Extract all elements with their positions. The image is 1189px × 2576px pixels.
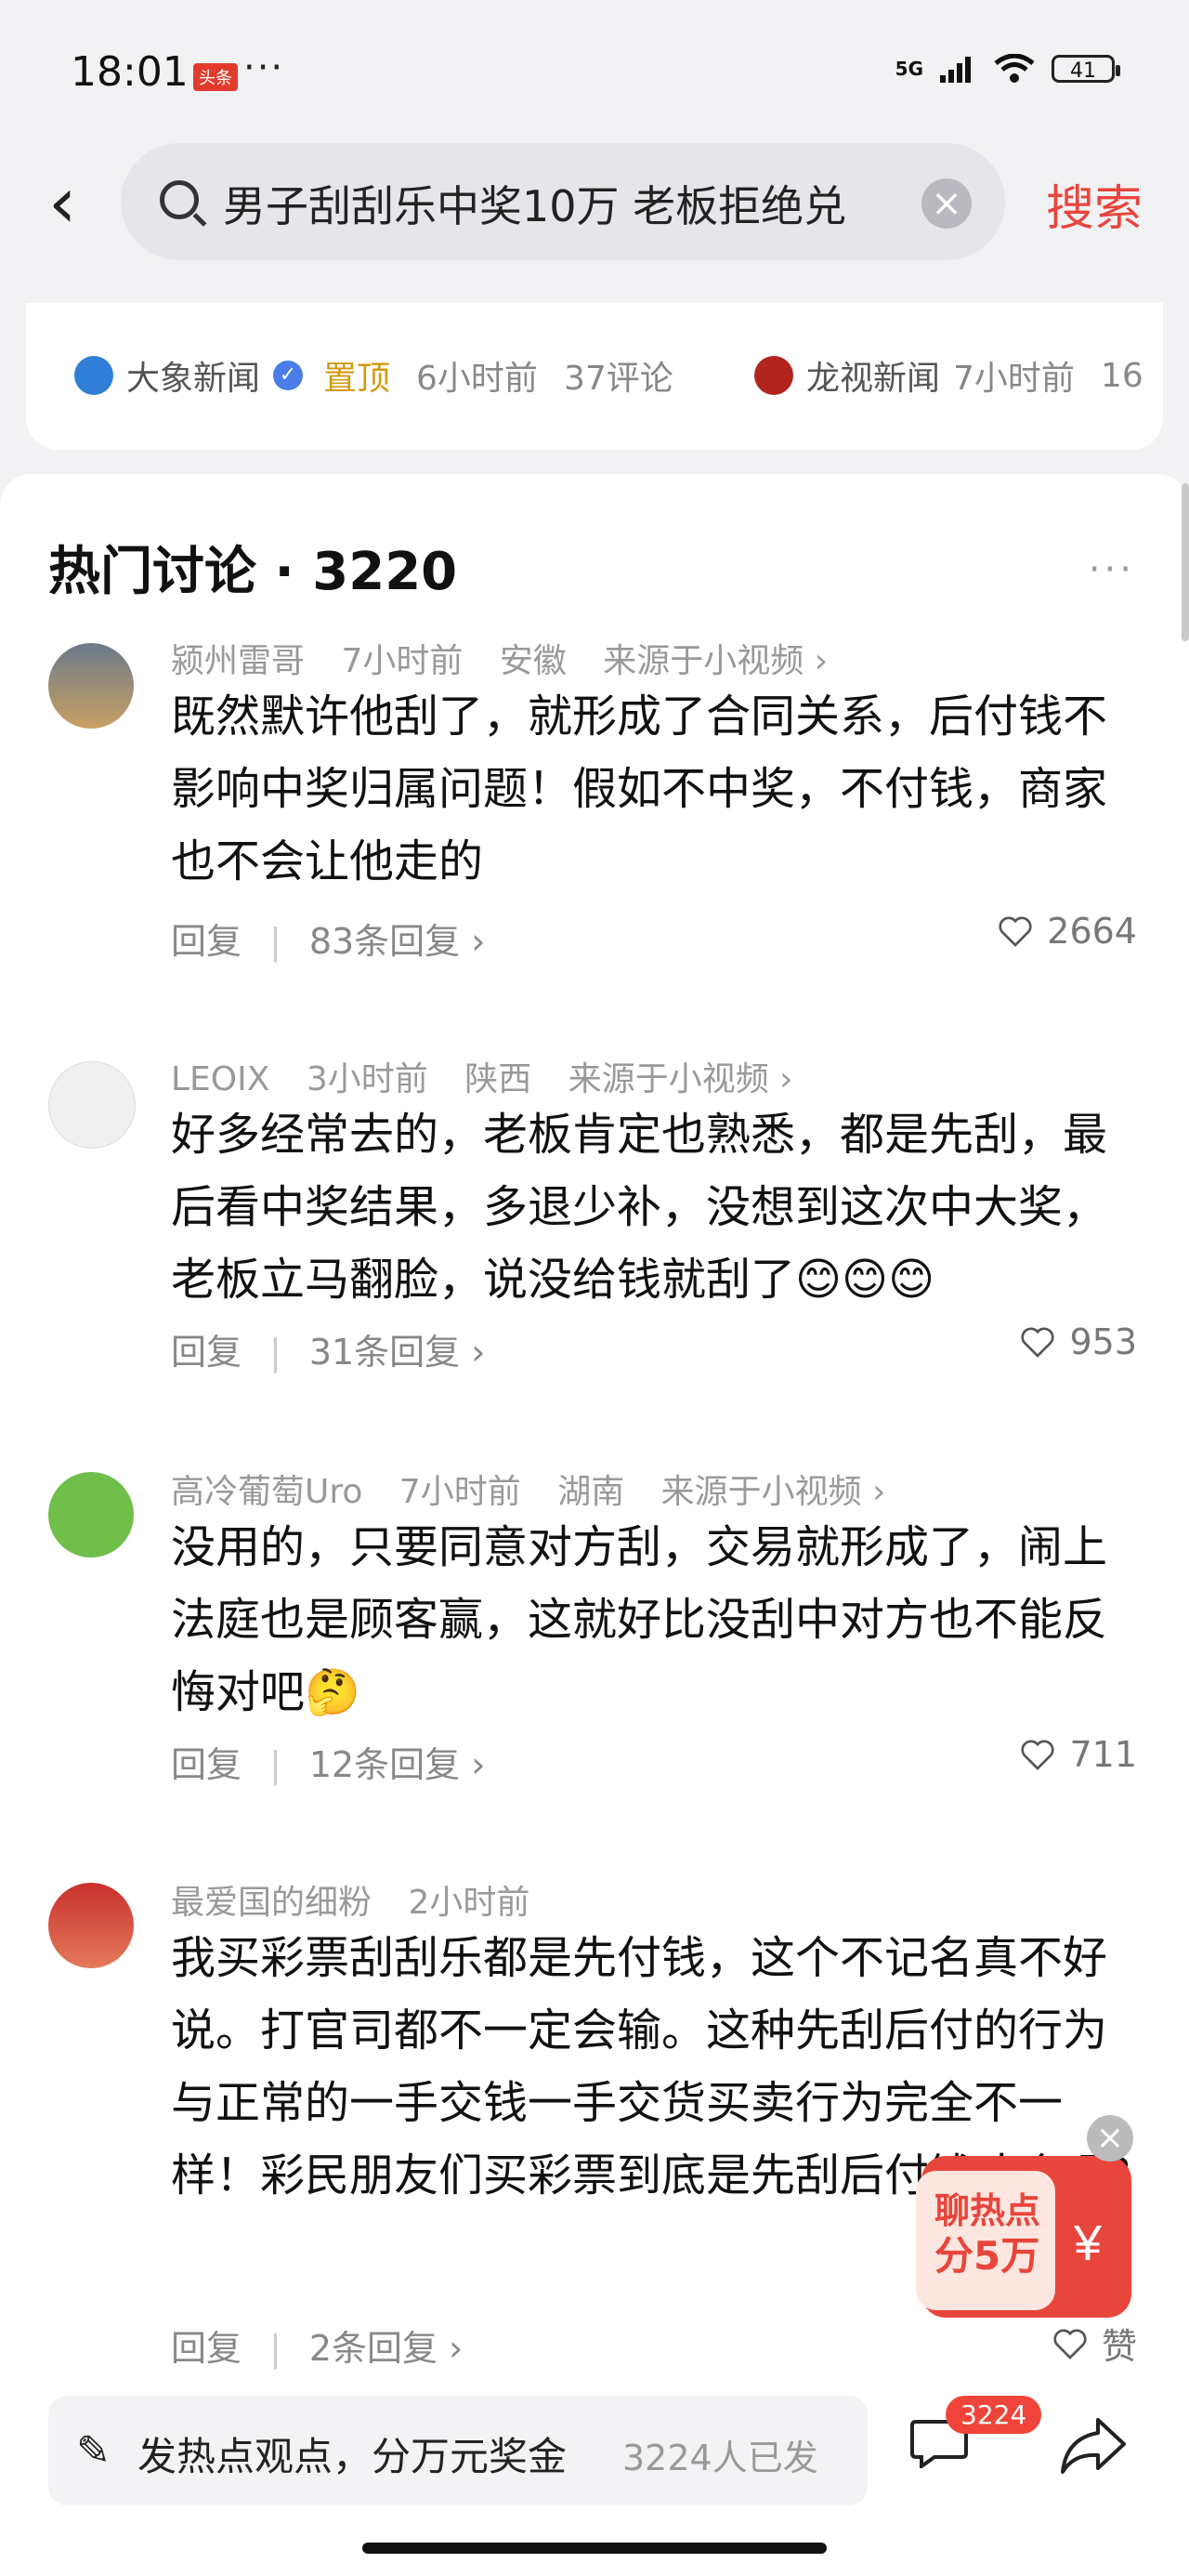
comment-input-placeholder: 发热点观点，分万元奖金: [137, 2434, 568, 2479]
reply-button[interactable]: 回复: [171, 1332, 242, 1373]
like-button[interactable]: 赞: [1052, 2318, 1137, 2369]
search-icon: [160, 180, 199, 219]
comment-time: 7小时前: [341, 642, 464, 680]
comment-actions: 回复 | 12条回复 ›: [171, 1744, 486, 1785]
comment-meta: 最爱国的细粉 2小时前: [171, 1875, 555, 1924]
search-button[interactable]: 搜索: [1046, 169, 1143, 239]
comment-actions: 回复 | 2条回复 ›: [171, 2328, 464, 2369]
news-time: 7小时前: [953, 360, 1075, 398]
news-source: 龙视新闻: [806, 360, 941, 398]
news-time: 6小时前: [416, 360, 538, 398]
comment-source[interactable]: 来源于小视频 ›: [661, 1473, 886, 1511]
more-icon[interactable]: ···: [1089, 548, 1135, 591]
replies-link[interactable]: 31条回复 ›: [309, 1332, 486, 1373]
back-icon[interactable]: ‹: [48, 165, 76, 240]
news-source: 大象新闻: [126, 360, 261, 398]
news-item-meta[interactable]: 龙视新闻 7小时前 16: [754, 351, 1143, 400]
promo-line2: 分5万: [934, 2233, 1039, 2279]
like-count: 2664: [1047, 911, 1137, 952]
comment-location: 安徽: [499, 642, 567, 680]
comment-text: 没用的，只要同意对方刮，交易就形成了，闹上法庭也是顾客赢，这就好比没刮中对方也不…: [171, 1521, 1108, 1718]
comment-location: 陕西: [464, 1060, 532, 1098]
like-button[interactable]: 711: [1019, 1734, 1137, 1775]
comment-time: 7小时前: [399, 1473, 521, 1511]
news-comments: 16: [1100, 356, 1143, 395]
promo-line1: 聊热点: [934, 2190, 1040, 2231]
battery-icon: 41: [1052, 55, 1120, 83]
verified-icon: ✓: [273, 361, 304, 390]
wifi-icon: [994, 54, 1035, 83]
clear-icon[interactable]: ×: [921, 178, 972, 229]
news-comments: 37评论: [563, 360, 673, 398]
pen-icon: ✎: [76, 2427, 111, 2475]
like-count: 赞: [1101, 2326, 1137, 2367]
heart-icon: [1021, 1740, 1055, 1770]
like-button[interactable]: 953: [1019, 1321, 1137, 1362]
replies-link[interactable]: 2条回复 ›: [309, 2328, 463, 2369]
news-card[interactable]: 大象新闻 ✓ 置顶 6小时前 37评论 龙视新闻 7小时前 16: [26, 303, 1163, 450]
like-count: 953: [1069, 1321, 1137, 1362]
share-icon[interactable]: [1059, 2414, 1128, 2477]
reply-button[interactable]: 回复: [171, 2328, 242, 2369]
status-bar: 18:01 头条 ··· 5G 41: [0, 0, 1189, 139]
hot-topic-promo[interactable]: ¥ 聊热点 分5万: [916, 2149, 1137, 2323]
news-item-meta[interactable]: 大象新闻 ✓ 置顶 6小时前 37评论: [74, 351, 673, 400]
status-time: 18:01: [71, 48, 189, 96]
comment-source[interactable]: 来源于小视频 ›: [568, 1060, 793, 1098]
search-input[interactable]: 男子刮刮乐中奖10万 老板拒绝兑: [223, 173, 938, 234]
like-button[interactable]: 2664: [997, 911, 1137, 952]
like-count: 711: [1069, 1734, 1137, 1775]
comment-user[interactable]: 最爱国的细粉: [171, 1884, 372, 1922]
status-right: 5G 41: [895, 54, 1120, 84]
comment-time: 2小时前: [408, 1884, 530, 1922]
comment-location: 湖南: [557, 1473, 625, 1511]
pinned-badge: 置顶: [323, 360, 391, 398]
comment-text: 既然默许他刮了，就形成了合同关系，后付钱不影响中奖归属问题！假如不中奖，不付钱，…: [171, 690, 1108, 887]
replies-link[interactable]: 83条回复 ›: [309, 921, 486, 962]
comment-meta: 颍州雷哥 7小时前 安徽 来源于小视频 ›: [171, 634, 854, 682]
comment-actions: 回复 | 83条回复 ›: [171, 921, 486, 962]
status-more-dots: ···: [243, 46, 285, 89]
search-row: ‹ 男子刮刮乐中奖10万 老板拒绝兑 × 搜索: [0, 139, 1189, 269]
search-box[interactable]: 男子刮刮乐中奖10万 老板拒绝兑 ×: [121, 143, 1005, 260]
signal-icon: [940, 57, 971, 83]
promo-card-icon: ¥ 聊热点 分5万: [916, 2156, 1131, 2318]
replies-link[interactable]: 12条回复 ›: [309, 1744, 486, 1785]
comment-input-count: 3224人已发: [622, 2438, 818, 2478]
comment-input[interactable]: ✎ 发热点观点，分万元奖金 3224人已发: [48, 2396, 868, 2505]
comment-actions: 回复 | 31条回复 ›: [171, 1332, 486, 1373]
reply-button[interactable]: 回复: [171, 1744, 242, 1785]
comment-meta: LEOIX 3小时前 陕西 来源于小视频 ›: [171, 1052, 819, 1100]
avatar[interactable]: [48, 1061, 136, 1149]
promo-close-icon[interactable]: ×: [1087, 2115, 1133, 2162]
toutiao-badge: 头条: [193, 63, 238, 91]
comment-user[interactable]: 高冷葡萄Uro: [171, 1473, 362, 1511]
heart-icon: [1053, 2329, 1087, 2359]
avatar[interactable]: [48, 1472, 134, 1557]
reply-button[interactable]: 回复: [171, 921, 242, 962]
home-indicator[interactable]: [362, 2543, 827, 2554]
comment-meta: 高冷葡萄Uro 7小时前 湖南 来源于小视频 ›: [171, 1465, 912, 1513]
longshi-logo-icon: [754, 356, 793, 395]
discussion-title: 热门讨论 · 3220: [48, 542, 458, 602]
comment-text: 好多经常去的，老板肯定也熟悉，都是先刮，最后看中奖结果，多退少补，没想到这次中大…: [171, 1109, 1108, 1306]
comment-count-badge: 3224: [946, 2396, 1042, 2434]
network-label: 5G: [895, 58, 923, 80]
avatar[interactable]: [48, 643, 134, 729]
daxiang-logo-icon: [74, 356, 113, 395]
comment-user[interactable]: LEOIX: [171, 1060, 269, 1098]
scrollbar[interactable]: [1182, 483, 1189, 641]
comment-source[interactable]: 来源于小视频 ›: [603, 642, 828, 680]
heart-icon: [999, 916, 1032, 947]
avatar[interactable]: [48, 1883, 134, 1968]
comment-time: 3小时前: [306, 1060, 428, 1098]
comment-user[interactable]: 颍州雷哥: [171, 642, 305, 680]
promo-currency: ¥: [1073, 2215, 1103, 2271]
heart-icon: [1021, 1327, 1055, 1358]
